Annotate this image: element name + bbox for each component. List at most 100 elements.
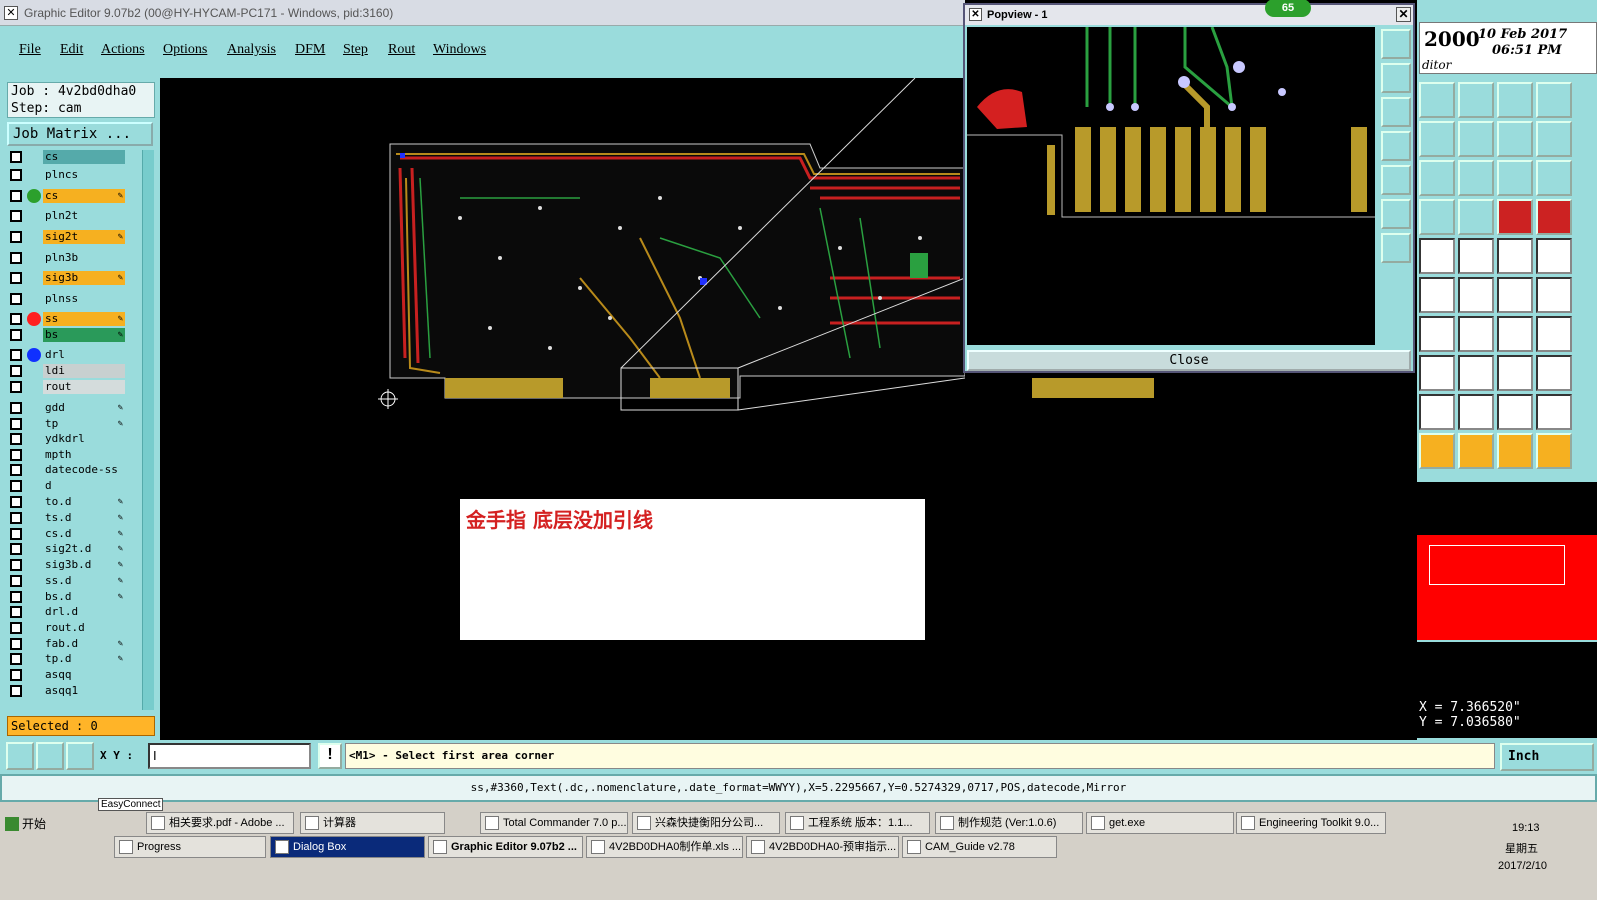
tool-button-3-0[interactable] — [1419, 199, 1455, 235]
layer-row[interactable]: datecode-ss — [7, 463, 127, 477]
layer-name[interactable]: pln2t — [43, 209, 125, 223]
layer-row[interactable]: plnss — [7, 292, 127, 306]
tool-button-6-0[interactable] — [1419, 316, 1455, 352]
layer-name[interactable]: mpth — [43, 448, 125, 462]
tool-button-0-3[interactable] — [1536, 82, 1572, 118]
layer-row[interactable]: sig3b ✎ — [7, 271, 127, 285]
taskbar-button[interactable]: get.exe — [1086, 812, 1234, 834]
layer-row[interactable]: cs.d ✎ — [7, 527, 127, 541]
layer-row[interactable]: cs — [7, 150, 127, 164]
tool-button-8-0[interactable] — [1419, 394, 1455, 430]
zoom-tool-1[interactable] — [6, 742, 34, 770]
layer-checkbox[interactable] — [10, 512, 22, 524]
layer-name[interactable]: tp ✎ — [43, 417, 125, 431]
layer-checkbox[interactable] — [10, 449, 22, 461]
taskbar-button[interactable]: 兴森快捷衡阳分公司... — [632, 812, 780, 834]
layer-name[interactable]: bs.d ✎ — [43, 590, 125, 604]
layer-checkbox[interactable] — [10, 272, 22, 284]
menu-options[interactable]: Options — [163, 42, 207, 58]
layer-row[interactable]: ydkdrl — [7, 432, 127, 446]
popview-tool-1[interactable] — [1381, 29, 1411, 59]
layer-checkbox[interactable] — [10, 418, 22, 430]
tool-button-9-2[interactable] — [1497, 433, 1533, 469]
layer-checkbox[interactable] — [10, 151, 22, 163]
layer-checkbox[interactable] — [10, 559, 22, 571]
layer-row[interactable]: rout.d — [7, 621, 127, 635]
taskbar-button[interactable]: Dialog Box — [270, 836, 425, 858]
popview-tool-6[interactable] — [1381, 199, 1411, 229]
layer-checkbox[interactable] — [10, 606, 22, 618]
layer-name[interactable]: ydkdrl — [43, 432, 125, 446]
popview-canvas[interactable] — [967, 27, 1375, 345]
tool-button-7-3[interactable] — [1536, 355, 1572, 391]
layer-row[interactable]: bs.d ✎ — [7, 590, 127, 604]
taskbar-button[interactable]: 制作规范 (Ver:1.0.6) — [935, 812, 1083, 834]
tool-button-6-3[interactable] — [1536, 316, 1572, 352]
layer-row[interactable]: sig3b.d ✎ — [7, 558, 127, 572]
menu-rout[interactable]: Rout — [388, 42, 415, 58]
layer-checkbox[interactable] — [10, 433, 22, 445]
layer-checkbox[interactable] — [10, 402, 22, 414]
popview-tool-4[interactable] — [1381, 131, 1411, 161]
layer-checkbox[interactable] — [10, 231, 22, 243]
layer-checkbox[interactable] — [10, 591, 22, 603]
menu-file[interactable]: File — [19, 42, 41, 58]
layer-checkbox[interactable] — [10, 169, 22, 181]
layer-row[interactable]: drl.d — [7, 605, 127, 619]
layer-name[interactable]: ss ✎ — [43, 312, 125, 326]
tool-button-1-1[interactable] — [1458, 121, 1494, 157]
layer-name[interactable]: asqq1 — [43, 684, 125, 698]
layer-checkbox[interactable] — [10, 210, 22, 222]
taskbar-button[interactable]: Total Commander 7.0 p... — [480, 812, 628, 834]
layer-checkbox[interactable] — [10, 653, 22, 665]
tool-button-6-2[interactable] — [1497, 316, 1533, 352]
menu-dfm[interactable]: DFM — [295, 42, 325, 58]
layer-name[interactable]: bs ✎ — [43, 328, 125, 342]
layer-row[interactable]: ldi — [7, 364, 127, 378]
layer-name[interactable]: gdd ✎ — [43, 401, 125, 415]
layer-color-dot[interactable] — [27, 348, 41, 362]
layer-name[interactable]: ldi — [43, 364, 125, 378]
layer-row[interactable]: bs ✎ — [7, 328, 127, 342]
layer-name[interactable]: cs — [43, 150, 125, 164]
taskbar-button[interactable]: 4V2BD0DHA0-预审指示... — [746, 836, 899, 858]
taskbar-button[interactable]: 4V2BD0DHA0制作单.xls ... — [586, 836, 743, 858]
start-button[interactable]: 开始 — [2, 812, 58, 836]
layer-row[interactable]: plncs — [7, 168, 127, 182]
tool-button-2-2[interactable] — [1497, 160, 1533, 196]
layer-row[interactable]: sig2t ✎ — [7, 230, 127, 244]
layer-checkbox[interactable] — [10, 543, 22, 555]
layer-checkbox[interactable] — [10, 669, 22, 681]
tool-button-3-1[interactable] — [1458, 199, 1494, 235]
layer-name[interactable]: cs.d ✎ — [43, 527, 125, 541]
taskbar-button[interactable]: Graphic Editor 9.07b2 ... — [428, 836, 583, 858]
layer-row[interactable]: pln3b — [7, 251, 127, 265]
layer-row[interactable]: d — [7, 479, 127, 493]
layer-checkbox[interactable] — [10, 190, 22, 202]
tool-button-0-2[interactable] — [1497, 82, 1533, 118]
tool-button-5-1[interactable] — [1458, 277, 1494, 313]
layer-name[interactable]: d — [43, 479, 125, 493]
layer-name[interactable]: fab.d ✎ — [43, 637, 125, 651]
taskbar-button[interactable]: Progress — [114, 836, 266, 858]
layer-checkbox[interactable] — [10, 252, 22, 264]
tool-button-8-3[interactable] — [1536, 394, 1572, 430]
tool-button-0-1[interactable] — [1458, 82, 1494, 118]
layer-checkbox[interactable] — [10, 622, 22, 634]
layer-row[interactable]: pln2t — [7, 209, 127, 223]
tool-button-2-0[interactable] — [1419, 160, 1455, 196]
layer-name[interactable]: to.d ✎ — [43, 495, 125, 509]
layer-name[interactable]: datecode-ss — [43, 463, 125, 477]
layer-checkbox[interactable] — [10, 381, 22, 393]
layer-name[interactable]: plnss — [43, 292, 125, 306]
tool-button-7-2[interactable] — [1497, 355, 1533, 391]
layer-name[interactable]: drl — [43, 348, 125, 362]
layer-row[interactable]: mpth — [7, 448, 127, 462]
tool-button-5-2[interactable] — [1497, 277, 1533, 313]
grid-tool[interactable] — [66, 742, 94, 770]
layer-checkbox[interactable] — [10, 480, 22, 492]
layer-name[interactable]: rout — [43, 380, 125, 394]
job-matrix-button[interactable]: Job Matrix ... — [7, 122, 153, 146]
layer-row[interactable]: ss.d ✎ — [7, 574, 127, 588]
layer-name[interactable]: plncs — [43, 168, 125, 182]
